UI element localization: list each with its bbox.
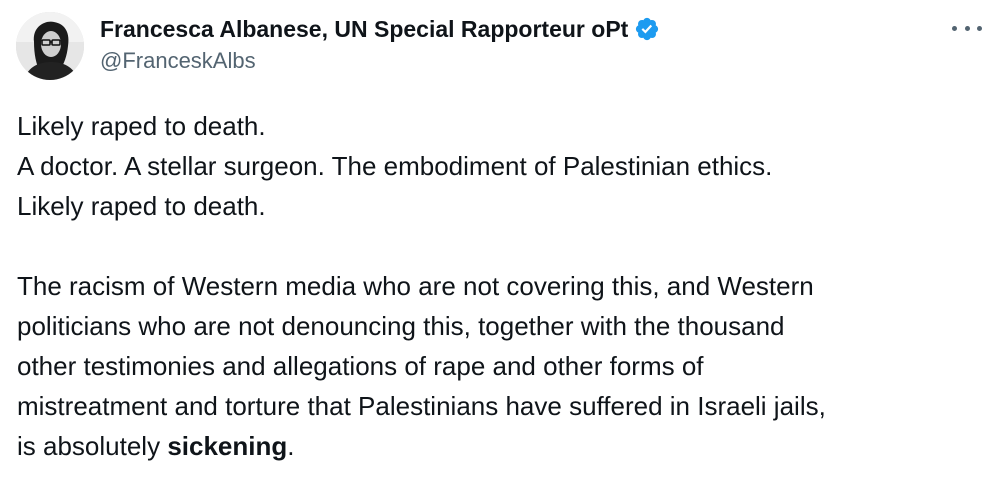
tweet-last-line: is absolutely sickening. bbox=[17, 426, 977, 466]
verified-badge-icon bbox=[636, 17, 659, 41]
avatar-photo-icon bbox=[16, 12, 84, 80]
tweet-line: The racism of Western media who are not … bbox=[17, 271, 814, 301]
more-dot-icon bbox=[952, 25, 957, 31]
author-handle[interactable]: @FranceskAlbs bbox=[100, 48, 940, 74]
tweet-line: Likely raped to death. bbox=[17, 111, 266, 141]
tweet-header: Francesca Albanese, UN Special Rapporteu… bbox=[100, 14, 940, 74]
tweet-line: politicians who are not denouncing this,… bbox=[17, 311, 785, 341]
more-dot-icon bbox=[977, 25, 982, 31]
more-options-button[interactable] bbox=[952, 18, 982, 38]
name-row: Francesca Albanese, UN Special Rapporteu… bbox=[100, 14, 940, 44]
tweet-line: A doctor. A stellar surgeon. The embodim… bbox=[17, 151, 773, 181]
more-dot-icon bbox=[964, 25, 970, 31]
author-avatar[interactable] bbox=[16, 12, 84, 80]
tweet-card: Francesca Albanese, UN Special Rapporteu… bbox=[0, 0, 1000, 490]
tweet-text: Likely raped to death. A doctor. A stell… bbox=[17, 106, 977, 466]
bold-word: sickening bbox=[167, 431, 288, 461]
tweet-line: mistreatment and torture that Palestinia… bbox=[17, 391, 826, 421]
last-line-prefix: is absolutely bbox=[17, 431, 168, 461]
tweet-line: Likely raped to death. bbox=[17, 191, 266, 221]
last-line-suffix: . bbox=[287, 431, 295, 461]
author-display-name[interactable]: Francesca Albanese, UN Special Rapporteu… bbox=[100, 16, 628, 43]
tweet-line: other testimonies and allegations of rap… bbox=[17, 351, 704, 381]
